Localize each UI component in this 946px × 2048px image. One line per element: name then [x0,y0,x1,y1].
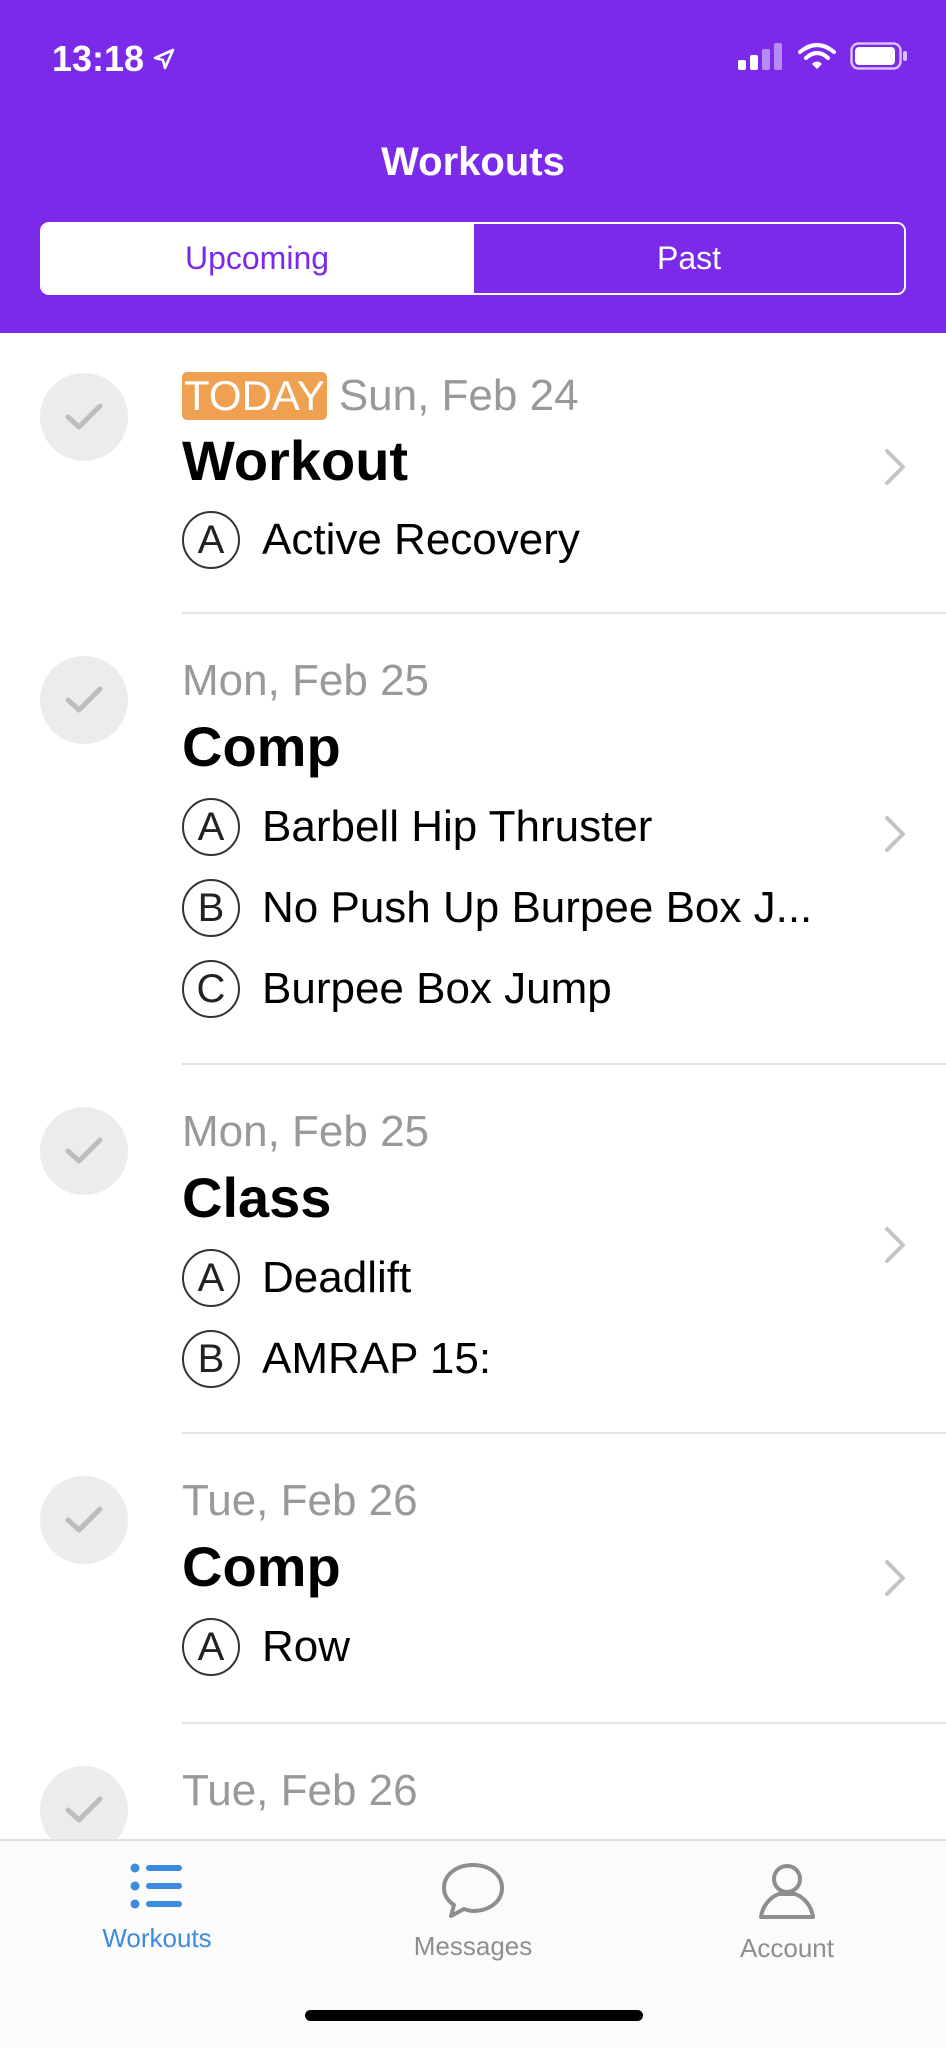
time-text: 13:18 [52,38,145,79]
list-icon [130,1863,182,1909]
complete-toggle[interactable] [40,656,128,744]
date-text: Mon, Feb 25 [182,656,430,705]
status-bar-indicators [738,42,908,70]
complete-toggle[interactable] [40,1476,128,1564]
segment-upcoming[interactable]: Upcoming [42,224,472,293]
exercise-item: A Row [182,1618,350,1676]
workout-title: Workout [182,429,409,492]
exercise-letter-badge: A [182,798,240,856]
status-bar-time: 13:18 [52,38,176,80]
workout-row[interactable]: TODAY Sun, Feb 24 Workout A Active Recov… [0,333,946,614]
workout-date: Mon, Feb 25 [182,656,429,706]
workout-date: TODAY Sun, Feb 24 [182,371,579,421]
exercise-item: B AMRAP 15: [182,1330,491,1388]
checkmark-icon [65,1506,103,1533]
complete-toggle[interactable] [40,1766,128,1839]
today-badge: TODAY [182,372,327,420]
tab-label: Messages [413,1931,533,1961]
chat-bubble-icon [442,1863,504,1918]
workout-date: Tue, Feb 26 [182,1476,418,1526]
exercise-name: Row [262,1622,351,1671]
tab-workouts[interactable]: Workouts [47,1861,267,1954]
workout-title: Comp [182,1535,341,1598]
exercise-name: Barbell Hip Thruster [262,802,653,851]
workout-title: Class [182,1166,332,1229]
date-text: Tue, Feb 26 [182,1766,418,1815]
date-text: Mon, Feb 25 [182,1107,430,1156]
workout-date: Mon, Feb 25 [182,1107,429,1157]
exercise-name: Deadlift [262,1253,412,1302]
page-title: Workouts [381,140,565,184]
exercise-item: B No Push Up Burpee Box J... [182,879,812,937]
tab-label: Workouts [102,1923,212,1953]
exercise-item: A Barbell Hip Thruster [182,798,652,856]
workout-date: Tue, Feb 26 [182,1766,418,1816]
segmented-control: Upcoming Past [40,222,906,295]
exercise-name: No Push Up Burpee Box J... [262,883,813,932]
checkmark-icon [65,403,103,430]
exercise-item: C Burpee Box Jump [182,960,612,1018]
chevron-right-icon [885,1227,905,1263]
workout-row[interactable]: Mon, Feb 25 Comp A Barbell Hip Thruster … [0,614,946,1065]
date-text: Sun, Feb 24 [338,371,579,420]
segment-past[interactable]: Past [472,224,904,293]
location-arrow-icon [153,48,175,70]
checkmark-icon [65,1137,103,1164]
workout-row[interactable]: Mon, Feb 25 Class A Deadlift B AMRAP 15: [0,1065,946,1434]
exercise-name: Active Recovery [262,515,580,564]
person-icon [759,1864,815,1919]
workout-list[interactable]: TODAY Sun, Feb 24 Workout A Active Recov… [0,333,946,1839]
exercise-letter-badge: A [182,1249,240,1307]
exercise-letter-badge: B [182,879,240,937]
chevron-right-icon [885,449,905,485]
checkmark-icon [65,1796,103,1823]
checkmark-icon [65,686,103,713]
wifi-icon [798,43,836,69]
home-indicator [305,2010,643,2021]
exercise-name: Burpee Box Jump [262,964,612,1013]
date-text: Tue, Feb 26 [182,1476,418,1525]
tab-label: Account [740,1933,834,1963]
header: 13:18 Workouts Upcoming Past [0,0,946,333]
workout-row[interactable]: Tue, Feb 26 Comp A Row [0,1434,946,1724]
tab-messages[interactable]: Messages [363,1861,583,1962]
exercise-item: A Active Recovery [182,511,580,569]
complete-toggle[interactable] [40,1107,128,1195]
exercise-letter-badge: A [182,1618,240,1676]
exercise-letter-badge: A [182,511,240,569]
exercise-letter-badge: B [182,1330,240,1388]
tab-account[interactable]: Account [677,1861,897,1964]
chevron-right-icon [885,816,905,852]
workout-title: Comp [182,715,341,778]
exercise-name: AMRAP 15: [262,1334,492,1383]
chevron-right-icon [885,1560,905,1596]
battery-icon [850,42,907,70]
exercise-item: A Deadlift [182,1249,411,1307]
complete-toggle[interactable] [40,373,128,461]
cellular-signal-icon [738,43,782,70]
exercise-letter-badge: C [182,960,240,1018]
workout-row[interactable]: Tue, Feb 26 [0,1724,946,1839]
